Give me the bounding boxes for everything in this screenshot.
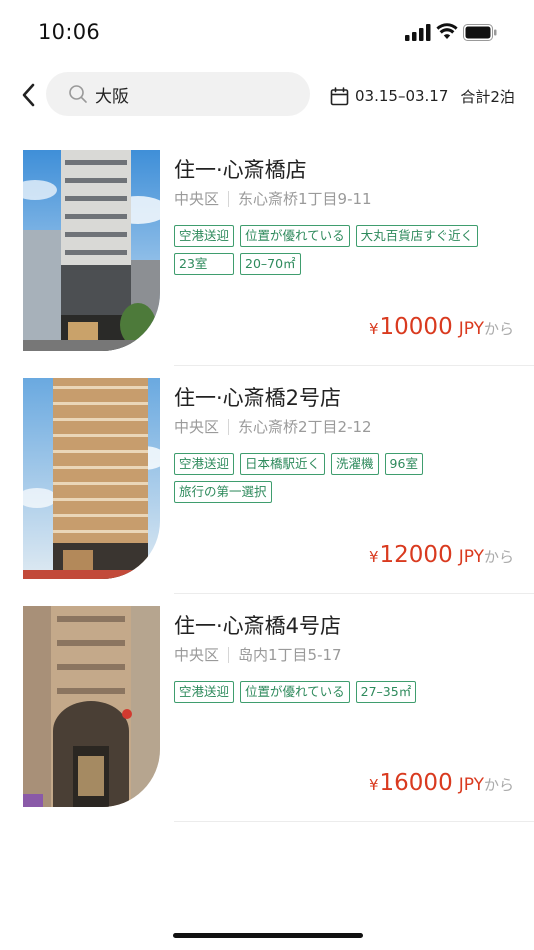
- hotel-name: 住一·心斎橋店: [174, 158, 307, 182]
- price-value: 12000: [379, 542, 453, 568]
- search-header: 大阪 03.15–03.17 合計2泊: [0, 72, 534, 118]
- hotel-street: 岛内1丁目5-17: [238, 646, 342, 664]
- hotel-name: 住一·心斎橋4号店: [174, 614, 342, 638]
- hotel-card[interactable]: 住一·心斎橋店 中央区 东心斎桥1丁目9-11 空港送迎 位置が優れている 大丸…: [0, 150, 534, 378]
- hotel-price: ¥ 16000 JPY から: [369, 770, 514, 796]
- battery-icon: [463, 24, 497, 41]
- hotel-price: ¥ 10000 JPY から: [369, 314, 514, 340]
- search-query: 大阪: [95, 87, 129, 107]
- hotel-tag: 位置が優れている: [240, 225, 350, 247]
- price-unit: JPY: [458, 547, 484, 567]
- divider: [174, 593, 534, 594]
- hotel-street: 东心斎桥2丁目2-12: [238, 418, 372, 436]
- hotel-district: 中央区: [174, 190, 220, 208]
- status-time: 10:06: [38, 20, 101, 44]
- price-suffix: から: [483, 776, 514, 794]
- hotel-list: 住一·心斎橋店 中央区 东心斎桥1丁目9-11 空港送迎 位置が優れている 大丸…: [0, 150, 534, 834]
- hotel-address: 中央区 东心斎桥1丁目9-11: [174, 188, 372, 209]
- hotel-tag: 旅行の第一選択: [174, 481, 272, 503]
- hotel-district: 中央区: [174, 418, 220, 436]
- price-value: 16000: [379, 770, 453, 796]
- hotel-address: 中央区 岛内1丁目5-17: [174, 644, 342, 665]
- hotel-tag: 96室: [384, 453, 423, 475]
- hotel-tag: 日本橋駅近く: [240, 453, 326, 475]
- hotel-tags: 空港送迎 位置が優れている 大丸百貨店すぐ近く 23室 20–70㎡: [174, 225, 524, 275]
- hotel-photo: [23, 378, 160, 579]
- wifi-icon: [436, 23, 458, 39]
- chevron-left-icon[interactable]: [18, 82, 40, 108]
- hotel-tags: 空港送迎 日本橋駅近く 洗濯機 96室 旅行の第一選択: [174, 453, 524, 503]
- search-icon: [69, 85, 87, 103]
- home-indicator[interactable]: [173, 933, 363, 938]
- address-divider: [228, 646, 230, 663]
- hotel-tag: 位置が優れている: [240, 681, 350, 703]
- price-currency: ¥: [368, 548, 379, 566]
- hotel-photo: [23, 150, 160, 351]
- address-divider: [228, 190, 230, 207]
- date-range: 03.15–03.17: [355, 87, 449, 105]
- hotel-tag: 空港送迎: [174, 681, 235, 703]
- nights-total: 合計2泊: [460, 87, 515, 106]
- divider: [174, 365, 534, 366]
- price-unit: JPY: [458, 319, 484, 339]
- hotel-card[interactable]: 住一·心斎橋2号店 中央区 东心斎桥2丁目2-12 空港送迎 日本橋駅近く 洗濯…: [0, 378, 534, 606]
- hotel-name: 住一·心斎橋2号店: [174, 386, 342, 410]
- hotel-tag: 洗濯機: [331, 453, 379, 475]
- hotel-address: 中央区 东心斎桥2丁目2-12: [174, 416, 372, 437]
- hotel-price: ¥ 12000 JPY から: [369, 542, 514, 568]
- hotel-district: 中央区: [174, 646, 220, 664]
- hotel-card[interactable]: 住一·心斎橋4号店 中央区 岛内1丁目5-17 空港送迎 位置が優れている 27…: [0, 606, 534, 834]
- hotel-tag: 23室: [174, 253, 234, 275]
- price-currency: ¥: [368, 776, 379, 794]
- price-suffix: から: [483, 320, 514, 338]
- calendar-icon: [330, 86, 349, 105]
- status-bar: 10:06: [0, 0, 534, 64]
- hotel-tag: 空港送迎: [174, 453, 235, 475]
- address-divider: [228, 418, 230, 435]
- signal-icon: [405, 24, 431, 41]
- price-suffix: から: [483, 548, 514, 566]
- hotel-photo: [23, 606, 160, 807]
- price-unit: JPY: [458, 775, 484, 795]
- hotel-tag: 空港送迎: [174, 225, 235, 247]
- date-selector[interactable]: 03.15–03.17 合計2泊: [330, 84, 515, 108]
- search-input[interactable]: 大阪: [46, 72, 310, 116]
- hotel-tag: 20–70㎡: [240, 253, 301, 275]
- hotel-tag: 大丸百貨店すぐ近く: [355, 225, 479, 247]
- hotel-tag: 27–35㎡: [355, 681, 417, 703]
- hotel-street: 东心斎桥1丁目9-11: [238, 190, 372, 208]
- price-value: 10000: [379, 314, 453, 340]
- hotel-tags: 空港送迎 位置が優れている 27–35㎡: [174, 681, 524, 703]
- price-currency: ¥: [368, 320, 379, 338]
- hotel-search-results-screen: 10:06 大阪 03.15–03.17 合計2泊 住一·心斎橋店 中央区 东心…: [0, 0, 534, 950]
- divider: [174, 821, 534, 822]
